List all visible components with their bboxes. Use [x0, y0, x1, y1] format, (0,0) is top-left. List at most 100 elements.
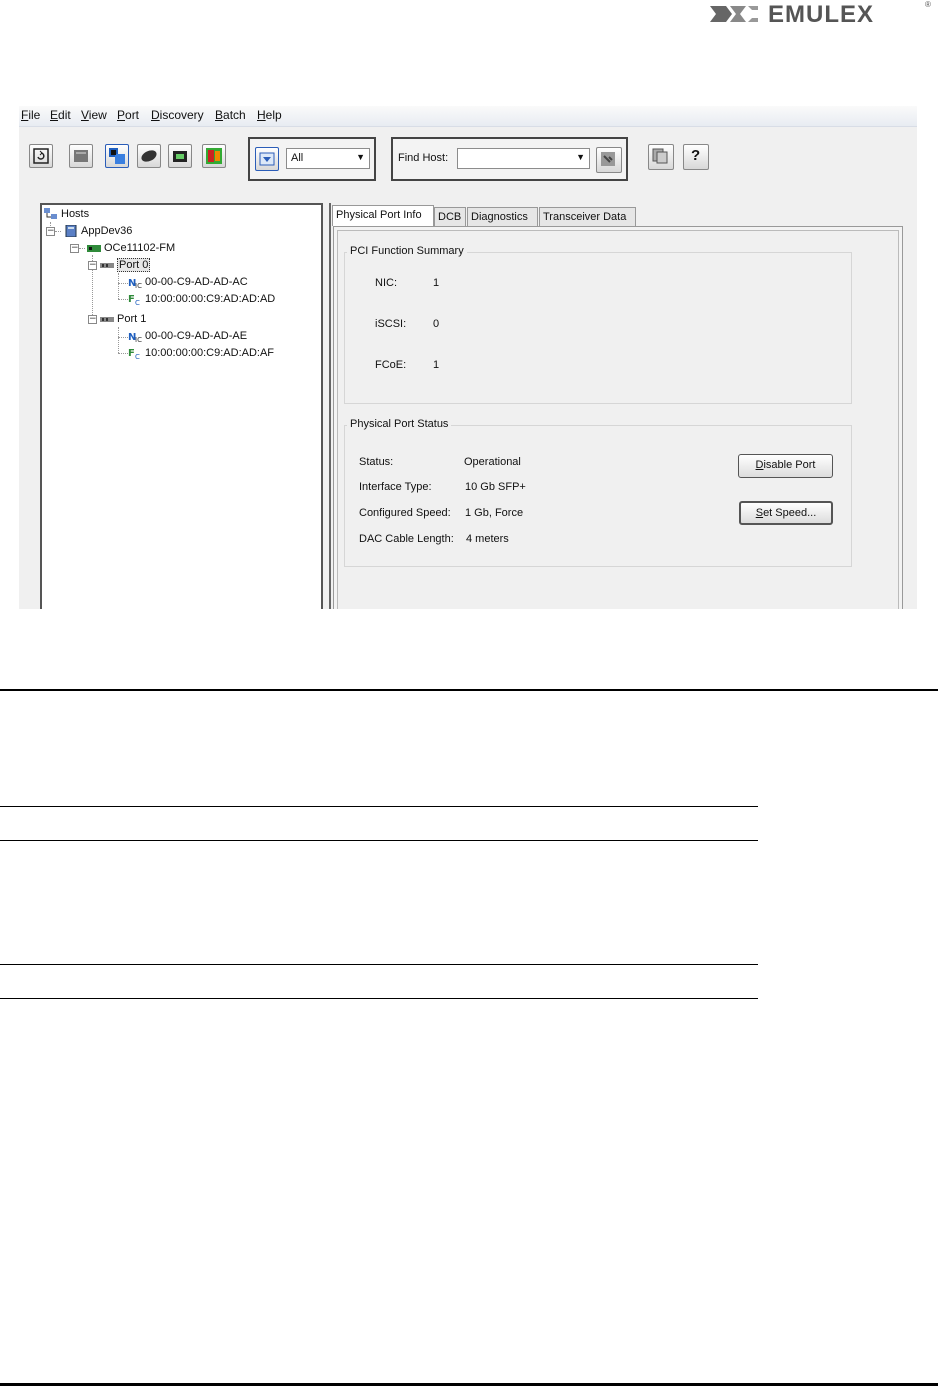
card-icon [173, 151, 187, 162]
tree-node-host[interactable]: AppDev36 [64, 225, 132, 239]
find-icon [601, 152, 615, 166]
svg-text:C: C [135, 299, 140, 305]
menu-help[interactable]: Help [257, 108, 282, 122]
physical-port-status-group [344, 425, 852, 567]
tab-dcb[interactable]: DCB [434, 207, 466, 226]
tree-node-port0-fcoe[interactable]: F C 10:00:00:00:C9:AD:AD:AD [128, 293, 275, 307]
status-label: Status: [359, 456, 394, 468]
collapse-icon[interactable]: − [46, 227, 55, 236]
adapter-icon [87, 245, 101, 253]
discovery-button[interactable] [168, 144, 192, 168]
section-divider [0, 689, 938, 691]
interface-type-value: 10 Gb SFP+ [465, 481, 526, 493]
host-tree: Hosts − AppDev36 − OCe11102-FM − Port 0 … [40, 203, 323, 609]
configured-speed-label: Configured Speed: [359, 507, 451, 519]
tree-node-hosts[interactable]: Hosts [44, 208, 89, 222]
menu-batch[interactable]: Batch [215, 108, 246, 122]
nic-icon: NIC [128, 278, 142, 288]
fabric-view-button[interactable] [105, 144, 129, 168]
configured-speed-value: 1 Gb, Force [465, 507, 524, 519]
emulex-mark-icon [710, 6, 758, 22]
dac-cable-length-label: DAC Cable Length: [359, 533, 454, 545]
disable-port-button[interactable]: Disable Port [738, 454, 833, 478]
find-host-input[interactable]: ▼ [457, 148, 590, 169]
find-host-group: Find Host: ▼ [391, 137, 628, 181]
server-icon [74, 150, 88, 162]
collapse-icon[interactable]: − [88, 315, 97, 324]
menu-bar: File Edit View Port Discovery Batch Help [19, 106, 917, 127]
iscsi-value: 0 [433, 318, 440, 330]
svg-text:C: C [135, 353, 140, 359]
tree-node-port1[interactable]: Port 1 [100, 313, 146, 327]
adapter-icon [141, 150, 157, 162]
svg-text:IC: IC [135, 282, 142, 288]
sort-icon [259, 152, 275, 166]
svg-text:F: F [128, 348, 135, 359]
table-rule-header [0, 840, 758, 841]
svg-text:IC: IC [135, 336, 142, 342]
sort-button[interactable] [255, 147, 279, 171]
fcoe-icon: FC [128, 294, 140, 305]
menu-edit[interactable]: Edit [50, 108, 71, 122]
network-icon [109, 148, 125, 164]
find-host-label: Find Host: [398, 152, 449, 164]
menu-port[interactable]: Port [117, 108, 139, 122]
emulex-logo: EMULEX ® [708, 0, 938, 28]
filter-dropdown[interactable]: All ▼ [286, 148, 370, 169]
tree-label-port0: Port 0 [117, 258, 151, 272]
tree-label-port1-fcoe: 10:00:00:00:C9:AD:AD:AF [145, 347, 275, 359]
iscsi-label: iSCSI: [375, 318, 407, 330]
batch-button[interactable] [202, 144, 226, 168]
page-footer-rule [0, 1383, 938, 1386]
help-icon: ? [691, 147, 701, 164]
table-rule-bottom [0, 998, 758, 999]
tab-physical-port-info[interactable]: Physical Port Info [332, 205, 434, 226]
collapse-icon[interactable]: − [70, 244, 79, 253]
svg-text:F: F [128, 294, 135, 305]
set-speed-button[interactable]: Set Speed... [739, 501, 833, 525]
fcoe-label: FCoE: [375, 359, 407, 371]
reset-icon [652, 148, 668, 164]
tree-node-port0-nic[interactable]: N IC 00-00-C9-AD-AD-AC [128, 276, 248, 290]
nic-icon: NIC [128, 332, 142, 342]
help-button[interactable]: ? [683, 144, 709, 170]
pci-function-summary-group [344, 252, 852, 404]
port-status-title: Physical Port Status [347, 418, 452, 430]
menu-discovery[interactable]: Discovery [151, 108, 204, 122]
fcoe-value: 1 [433, 359, 440, 371]
tree-label-port1: Port 1 [117, 313, 147, 325]
reset-button[interactable] [648, 144, 674, 170]
tree-node-port0[interactable]: Port 0 [100, 258, 151, 273]
port-icon [100, 263, 114, 269]
tree-label-port0-fcoe: 10:00:00:00:C9:AD:AD:AD [145, 293, 276, 305]
tree-node-port1-nic[interactable]: N IC 00-00-C9-AD-AD-AE [128, 330, 247, 344]
adapter-button[interactable] [137, 144, 161, 168]
collapse-icon[interactable]: − [88, 261, 97, 270]
table-rule-row [0, 964, 758, 965]
fcoe-icon: FC [128, 348, 140, 359]
tree-label-adapter: OCe11102-FM [104, 242, 176, 254]
registered-mark: ® [925, 0, 931, 9]
menu-view[interactable]: View [81, 108, 107, 122]
tree-label-hosts: Hosts [61, 208, 90, 220]
tree-node-port1-fcoe[interactable]: F C 10:00:00:00:C9:AD:AD:AF [128, 347, 274, 361]
tree-node-adapter[interactable]: OCe11102-FM [87, 242, 175, 256]
chevron-down-icon: ▼ [576, 152, 585, 162]
toolbar: All ▼ Find Host: ▼ ? [19, 127, 917, 187]
host-view-button[interactable] [69, 144, 93, 168]
table-rule-top [0, 806, 758, 807]
status-value: Operational [464, 456, 521, 468]
find-host-button[interactable] [596, 147, 622, 173]
nic-label: NIC: [375, 277, 397, 289]
interface-type-label: Interface Type: [359, 481, 432, 493]
filter-value: All [291, 152, 304, 164]
tab-diagnostics[interactable]: Diagnostics [467, 207, 538, 226]
refresh-button[interactable] [29, 144, 53, 168]
hbacmd-window: File Edit View Port Discovery Batch Help [19, 106, 917, 609]
tab-transceiver-data[interactable]: Transceiver Data [539, 207, 636, 226]
tree-label-port0-nic: 00-00-C9-AD-AD-AC [145, 276, 248, 288]
menu-file[interactable]: File [21, 108, 40, 122]
chevron-down-icon: ▼ [356, 152, 365, 162]
tree-label-port1-nic: 00-00-C9-AD-AD-AE [145, 330, 248, 342]
nic-value: 1 [433, 277, 440, 289]
